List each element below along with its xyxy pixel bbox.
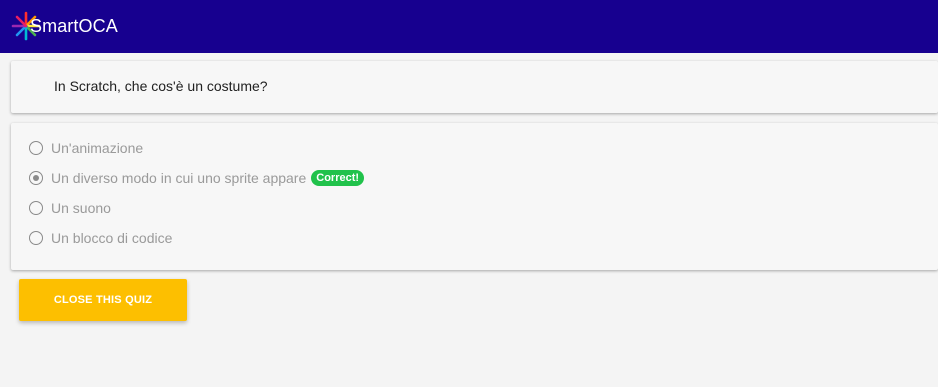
- answer-label: Un'animazione: [51, 140, 144, 156]
- answer-label: Un blocco di codice: [51, 230, 173, 246]
- app-title: SmartOCA: [30, 16, 118, 36]
- close-quiz-button[interactable]: CLOSE THIS QUIZ: [19, 279, 187, 321]
- answer-option[interactable]: Un suono: [29, 198, 111, 218]
- correct-badge: Correct!: [311, 170, 365, 186]
- radio-button[interactable]: [29, 201, 43, 215]
- question-card: In Scratch, che cos'è un costume?: [11, 61, 938, 113]
- answer-option[interactable]: Un'animazione: [29, 138, 143, 158]
- radio-button[interactable]: [29, 231, 43, 245]
- answer-label: Un diverso modo in cui uno sprite appare: [51, 170, 307, 186]
- answer-option[interactable]: Un diverso modo in cui uno sprite appare…: [29, 168, 365, 188]
- top-app-bar: SmartOCA: [0, 0, 938, 53]
- answers-card: Un'animazione Un diverso modo in cui uno…: [11, 123, 938, 270]
- radio-button-selected[interactable]: [29, 171, 43, 185]
- answer-label: Un suono: [51, 200, 111, 216]
- answer-option[interactable]: Un blocco di codice: [29, 228, 172, 248]
- radio-button[interactable]: [29, 141, 43, 155]
- question-text: In Scratch, che cos'è un costume?: [54, 78, 268, 94]
